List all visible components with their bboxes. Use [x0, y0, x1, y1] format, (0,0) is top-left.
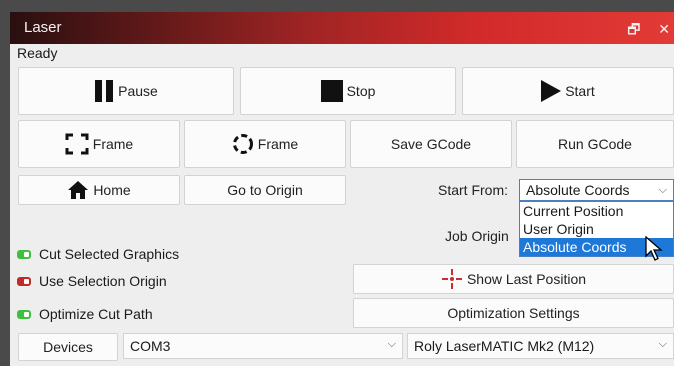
toggle-on-icon [17, 309, 31, 319]
frame-rect-icon [65, 133, 89, 155]
optimization-settings-button[interactable]: Optimization Settings [353, 298, 674, 328]
chevron-down-icon: ⌵ [387, 338, 396, 350]
show-last-position-button[interactable]: Show Last Position [353, 264, 674, 294]
frame-rect-button[interactable]: Frame [18, 120, 180, 168]
pause-label: Pause [118, 83, 158, 99]
laser-panel: Laser 🗗 ✕ Ready Pause Stop Start Frame F… [10, 12, 674, 366]
close-icon[interactable]: ✕ [658, 21, 670, 37]
stop-icon [320, 80, 343, 102]
chevron-down-icon: ⌵ [658, 184, 667, 196]
cut-selected-graphics-checkbox[interactable]: Cut Selected Graphics [17, 246, 179, 262]
checkbox-label: Cut Selected Graphics [39, 246, 180, 262]
restore-icon[interactable]: 🗗 [627, 21, 640, 37]
pause-button[interactable]: Pause [18, 67, 234, 115]
option-current-position[interactable]: Current Position [520, 202, 673, 220]
show-last-position-label: Show Last Position [466, 271, 587, 287]
stop-button[interactable]: Stop [240, 67, 456, 115]
crosshair-icon [441, 269, 463, 289]
job-origin-label: Job Origin [445, 228, 509, 244]
start-button[interactable]: Start [462, 67, 674, 115]
chevron-down-icon: ⌵ [658, 338, 667, 350]
frame-circle-button[interactable]: Frame [184, 120, 346, 168]
home-button[interactable]: Home [18, 175, 180, 205]
start-label: Start [565, 83, 595, 99]
status-text: Ready [17, 45, 58, 61]
home-label: Home [93, 182, 131, 198]
save-gcode-button[interactable]: Save GCode [350, 120, 512, 168]
window-title: Laser [24, 19, 62, 36]
start-from-label: Start From: [438, 182, 509, 198]
start-from-select[interactable]: Absolute Coords ⌵ [519, 179, 674, 201]
stop-label: Stop [346, 83, 376, 99]
use-selection-origin-checkbox[interactable]: Use Selection Origin [17, 273, 167, 289]
checkbox-label: Use Selection Origin [39, 273, 167, 289]
device-select[interactable]: Roly LaserMATIC Mk2 (M12) ⌵ [407, 333, 674, 359]
frame-rect-label: Frame [92, 136, 134, 152]
optimize-cut-path-checkbox[interactable]: Optimize Cut Path [17, 306, 153, 322]
devices-button[interactable]: Devices [18, 333, 118, 361]
run-gcode-button[interactable]: Run GCode [516, 120, 674, 168]
title-bar[interactable]: Laser 🗗 ✕ [10, 12, 674, 44]
port-value: COM3 [130, 338, 171, 354]
toggle-off-icon [17, 276, 31, 286]
checkbox-label: Optimize Cut Path [39, 306, 153, 322]
home-icon [67, 180, 89, 200]
toggle-on-icon [17, 249, 31, 259]
frame-circle-icon [232, 133, 254, 155]
mouse-cursor-icon [645, 236, 663, 261]
play-icon [541, 80, 562, 102]
device-value: Roly LaserMATIC Mk2 (M12) [414, 338, 595, 354]
start-from-value: Absolute Coords [526, 182, 630, 198]
pause-icon [94, 80, 114, 102]
go-to-origin-button[interactable]: Go to Origin [184, 175, 346, 205]
frame-circle-label: Frame [257, 136, 299, 152]
port-select[interactable]: COM3 ⌵ [123, 333, 403, 359]
